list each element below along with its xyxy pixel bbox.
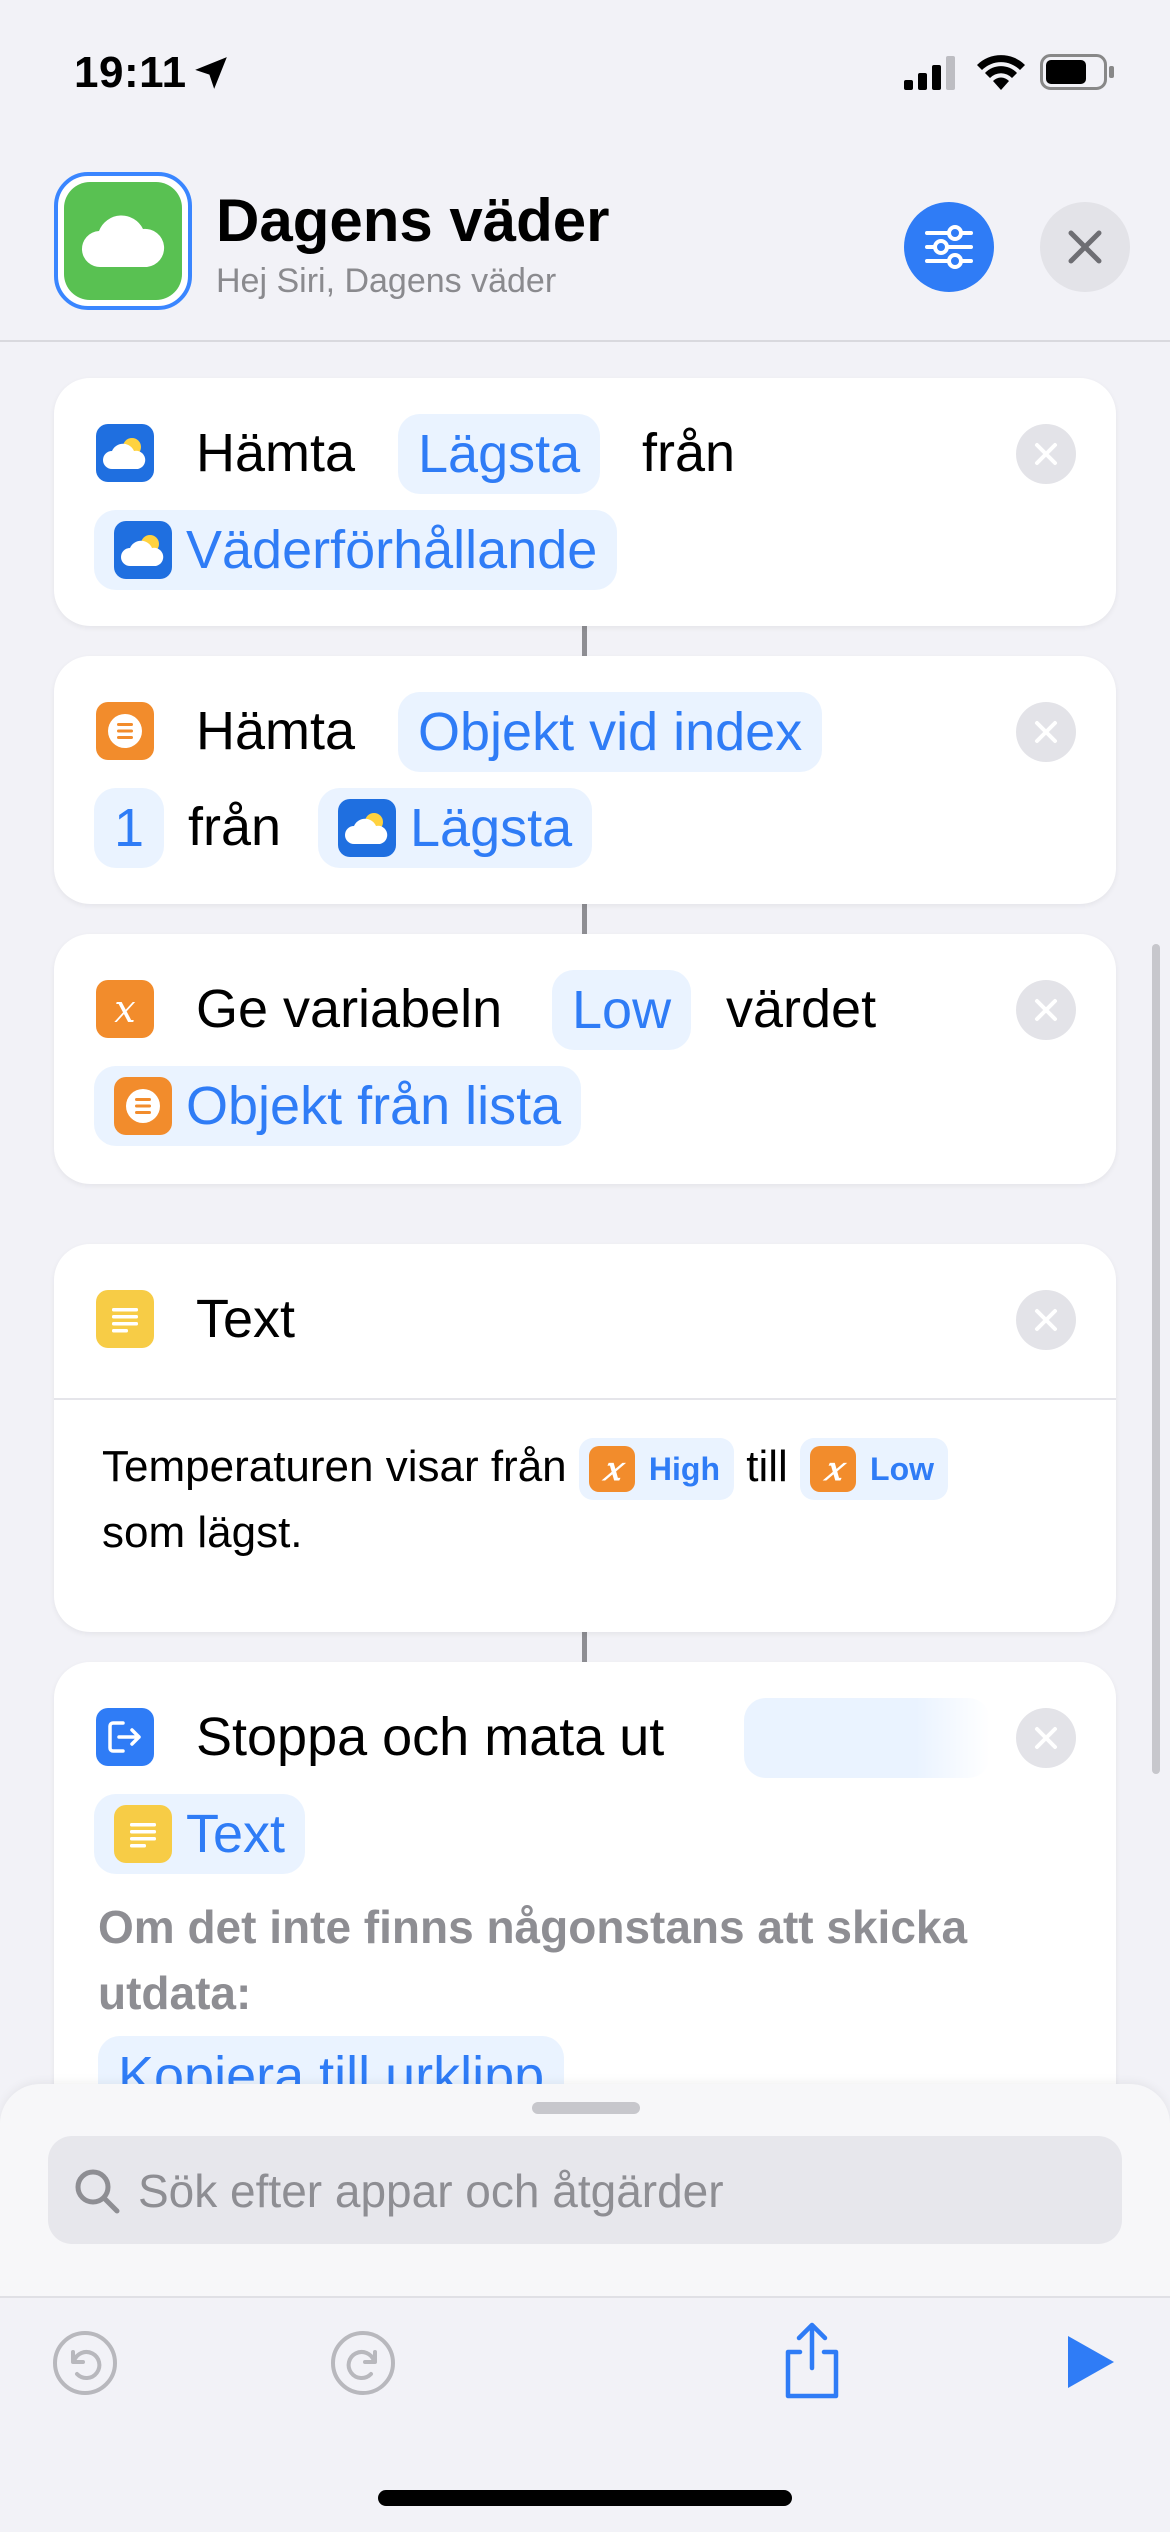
fallback-label: Om det inte finns någonstans att skicka … [98,1901,968,2019]
variable-chip-label: High [648,1451,720,1488]
output-icon [96,1708,154,1766]
shortcut-title[interactable]: Dagens väder [216,186,610,255]
variable-name-token[interactable]: Low [552,970,692,1050]
variable-label: Lägsta [410,798,573,858]
variable-label: Text [186,1804,286,1864]
shortcut-header: Dagens väder Hej Siri, Dagens väder [0,150,1170,342]
text-icon [114,1805,172,1863]
parameter-label: Lägsta [418,424,581,484]
status-time: 19:11 [74,48,187,97]
search-input[interactable]: Sök efter appar och åtgärder [48,2136,1122,2244]
redo-icon [331,2331,395,2395]
remove-action-button[interactable] [1016,980,1076,1040]
text-segment: till [746,1442,788,1491]
variable-icon: 𝑥 [810,1446,857,1493]
text-segment: Temperaturen visar från [102,1442,567,1491]
remove-action-button[interactable] [1016,1290,1076,1350]
text-field[interactable]: Temperaturen visar från 𝑥 High till 𝑥 Low … [102,1434,1082,1566]
cellular-signal-icon [904,56,955,90]
variable-token[interactable]: Objekt från lista [94,1066,582,1146]
remove-action-button[interactable] [1016,424,1076,484]
weather-icon [338,799,396,857]
parameter-token[interactable]: Objekt vid index [398,692,823,772]
battery-icon [1040,54,1114,90]
text-segment: som lägst. [102,1508,303,1558]
action-card-get-weather-detail[interactable]: Hämta Lägsta från Väderförhållande [54,378,1116,626]
close-icon [1035,443,1057,465]
scroll-indicator[interactable] [1152,944,1160,1774]
variable-chip-label: Low [870,1451,934,1488]
index-value: 1 [114,798,145,858]
divider [54,1398,1116,1400]
variable-chip-low[interactable]: 𝑥 Low [800,1438,948,1501]
close-icon [1035,721,1057,743]
status-bar: 19:11 [0,0,1170,150]
search-icon [75,2169,120,2214]
action-joiner: från [188,797,282,857]
variable-label: Väderförhållande [186,520,598,580]
variable-chip-high[interactable]: 𝑥 High [578,1438,734,1501]
action-joiner: värdet [726,979,877,1039]
settings-button[interactable] [904,202,994,292]
undo-icon [53,2331,117,2395]
action-verb: Hämta [196,701,356,761]
action-verb: Hämta [196,423,356,483]
close-icon [1035,1727,1057,1749]
cloud-icon [81,215,165,268]
shortcut-icon-button[interactable] [54,172,192,310]
action-joiner: från [642,423,736,483]
variable-icon: 𝑥 [588,1446,635,1493]
list-icon [96,702,154,760]
close-icon [1035,999,1057,1021]
index-token[interactable]: 1 [94,788,165,868]
undo-button[interactable] [52,2330,118,2396]
action-verb: Ge variabeln [196,979,503,1039]
action-title: Text [196,1289,296,1349]
sliders-icon [925,225,973,269]
shortcut-subtitle: Hej Siri, Dagens väder [216,262,557,300]
location-arrow-icon [195,57,227,89]
weather-icon [96,424,154,482]
connector-line [582,1632,587,1662]
search-placeholder: Sök efter appar och åtgärder [138,2165,724,2217]
sheet-grabber[interactable] [532,2102,640,2114]
close-button[interactable] [1040,202,1130,292]
connector-line [582,904,587,934]
output-destination-token[interactable] [744,1698,990,1778]
parameter-token[interactable]: Lägsta [398,414,601,494]
weather-icon [114,521,172,579]
close-icon [1035,1309,1057,1331]
home-indicator [378,2490,792,2506]
variable-label: Objekt från lista [186,1076,562,1136]
parameter-label: Objekt vid index [418,702,803,762]
play-icon [1068,2336,1114,2388]
remove-action-button[interactable] [1016,1708,1076,1768]
redo-button[interactable] [330,2330,396,2396]
variable-token[interactable]: Väderförhållande [94,510,618,590]
list-icon [114,1077,172,1135]
variable-icon: 𝑥 [96,980,154,1038]
action-card-set-variable[interactable]: 𝑥 Ge variabeln Low värdet Objekt från li… [54,934,1116,1184]
run-button[interactable] [1064,2332,1118,2392]
action-verb: Stoppa och mata ut [196,1707,665,1767]
action-card-text[interactable]: Text Temperaturen visar från 𝑥 High till … [54,1244,1116,1632]
variable-token[interactable]: Text [94,1794,306,1874]
text-icon [96,1290,154,1348]
action-card-get-item-from-list[interactable]: Hämta Objekt vid index 1 från Lägsta [54,656,1116,904]
connector-line [582,626,587,656]
share-icon [785,2322,839,2399]
variable-name: Low [572,980,672,1040]
remove-action-button[interactable] [1016,702,1076,762]
wifi-icon [977,55,1025,90]
variable-token[interactable]: Lägsta [318,788,593,868]
share-button[interactable] [778,2320,846,2400]
close-icon [1068,230,1102,264]
